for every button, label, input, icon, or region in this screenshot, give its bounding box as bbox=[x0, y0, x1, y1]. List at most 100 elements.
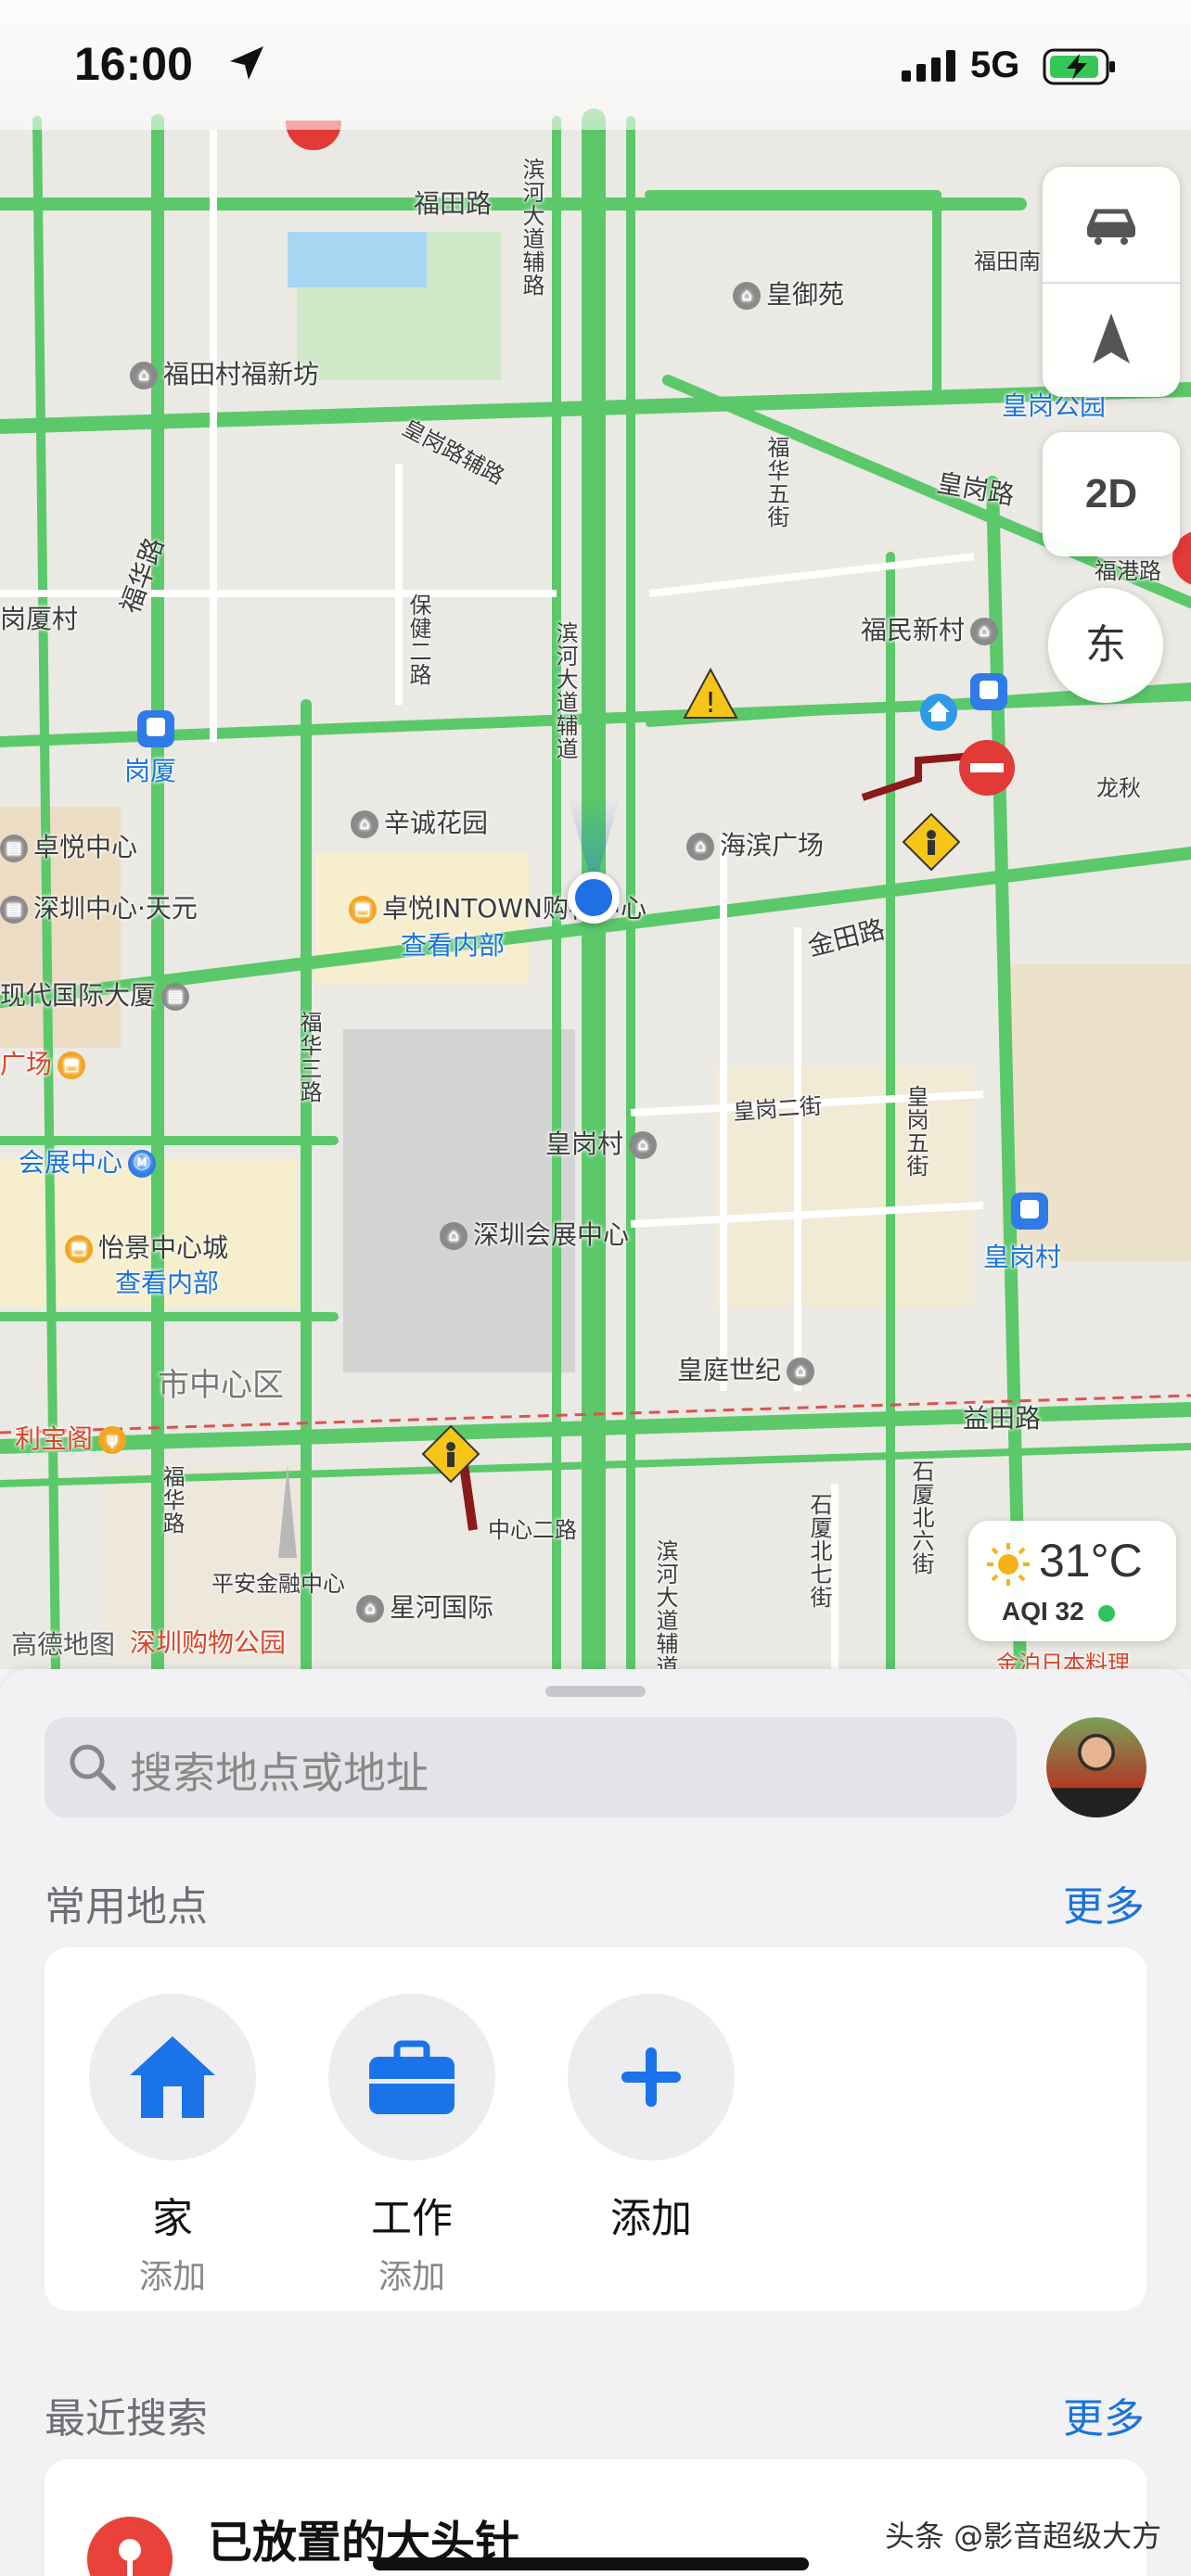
metro-icon: Ⓜ bbox=[128, 1150, 157, 1178]
search-input[interactable]: 搜索地点或地址 bbox=[130, 1740, 429, 1801]
map-label: 福民新村 ⌂ bbox=[861, 610, 1004, 647]
poi-icon: ▤ bbox=[0, 896, 28, 924]
home-icon bbox=[130, 2036, 215, 2118]
recents-more-link[interactable]: 更多 bbox=[1063, 2385, 1145, 2444]
plus-icon bbox=[621, 2047, 681, 2107]
map-view[interactable]: 福田路 滨河大道辅路 ⌂ 皇御苑 ⌂ 福田村福新坊 福田南 皇岗路辅路 皇岗路 皇岗… bbox=[0, 0, 1191, 1669]
add-favorite-button[interactable] bbox=[568, 1994, 735, 2161]
map-label: 滨河大道辅道 bbox=[552, 621, 578, 760]
map-label: 金泊日本料理 bbox=[996, 1651, 1130, 1669]
car-icon[interactable] bbox=[1083, 204, 1139, 245]
aqi-value: AQI 32 bbox=[1002, 1597, 1116, 1626]
avatar[interactable] bbox=[1046, 1717, 1146, 1817]
sheet-drag-handle[interactable] bbox=[545, 1686, 646, 1697]
poi-icon: ⌂ bbox=[356, 1595, 384, 1623]
signal-icon bbox=[902, 50, 955, 82]
map-label: ⌂ 星河国际 bbox=[356, 1588, 493, 1625]
metro-station-convention[interactable]: 会展中心 Ⓜ bbox=[19, 1142, 161, 1180]
map-label: 福田南 bbox=[974, 249, 1041, 274]
poi-icon: ⌂ bbox=[440, 1222, 467, 1250]
favorite-label: 工作 bbox=[371, 2195, 453, 2242]
poi-icon: ⌂ bbox=[351, 810, 378, 838]
map-label: 现代国际大厦 ▤ bbox=[0, 976, 195, 1013]
status-time: 16:00 bbox=[74, 38, 193, 90]
look-inside-link[interactable]: 查看内部 bbox=[115, 1263, 219, 1300]
compass-label: 东 bbox=[1085, 621, 1126, 669]
favorite-home[interactable]: 家 添加 bbox=[89, 1994, 256, 2298]
map-label: 石厦北六街 bbox=[908, 1460, 934, 1575]
map-label: 石厦北七街 bbox=[806, 1493, 832, 1609]
recents-title: 最近搜索 bbox=[45, 2395, 208, 2442]
look-inside-link[interactable]: 查看内部 bbox=[401, 925, 505, 963]
construction-sign-icon[interactable] bbox=[421, 1424, 480, 1484]
map-label: 益田路 bbox=[963, 1403, 1042, 1434]
map-label: 保健二路 bbox=[405, 593, 431, 686]
map-label: 皇庭世纪 ⌂ bbox=[677, 1350, 820, 1387]
favorite-sub: 添加 bbox=[378, 2258, 445, 2296]
battery-charging-icon bbox=[1043, 48, 1115, 85]
favorite-sub: 添加 bbox=[138, 2258, 206, 2296]
favorites-card: 家 添加 工作 添加 添加 bbox=[45, 1947, 1146, 2311]
amap-logo: 高德地图 bbox=[11, 1629, 116, 1660]
favorite-label: 添加 bbox=[610, 2195, 692, 2242]
search-bar[interactable]: 搜索地点或地址 bbox=[45, 1717, 1017, 1817]
favorite-label: 家 bbox=[152, 2195, 193, 2242]
home-button[interactable] bbox=[89, 1994, 256, 2161]
map-label: 福田路 bbox=[414, 188, 493, 219]
shopping-bag-icon: ⬒ bbox=[58, 1052, 86, 1079]
poi-icon: ▤ bbox=[0, 835, 28, 862]
shopping-bag-icon: ⬒ bbox=[65, 1235, 93, 1263]
map-label: 滨河大道辅道 bbox=[652, 1539, 678, 1669]
poi-icon: ⌂ bbox=[130, 362, 158, 389]
divider bbox=[1043, 282, 1180, 284]
map-label: ⌂ 海滨广场 bbox=[686, 825, 824, 862]
poi-icon: ▤ bbox=[161, 983, 190, 1011]
map-label: 岗厦村 bbox=[0, 604, 79, 634]
poi-yijing-center[interactable]: ⬒ 怡景中心城 bbox=[65, 1228, 228, 1265]
poi-icon: ⌂ bbox=[629, 1131, 658, 1159]
convention-center-block bbox=[343, 1029, 575, 1372]
poi-icon: ⌂ bbox=[733, 282, 761, 310]
temperature: 31°C bbox=[1039, 1535, 1143, 1587]
poi-icon: ⌂ bbox=[970, 618, 999, 645]
briefcase-icon bbox=[369, 2040, 455, 2114]
map-label: 平安金融中心 bbox=[211, 1571, 345, 1597]
metro-icon[interactable] bbox=[135, 708, 176, 749]
warning-sign-icon[interactable]: ! bbox=[683, 668, 738, 720]
network-type: 5G bbox=[970, 45, 1020, 85]
map-label: 利宝阁 ψ bbox=[15, 1419, 132, 1456]
metro-station-huanggang[interactable]: 皇岗村 bbox=[983, 1237, 1061, 1274]
construction-sign-icon[interactable] bbox=[902, 812, 961, 872]
map-label: 福华三路 bbox=[296, 1011, 322, 1103]
view-2d-button[interactable]: 2D bbox=[1043, 432, 1180, 556]
user-location-dot[interactable] bbox=[568, 872, 620, 924]
compass-button[interactable]: 东 bbox=[1048, 588, 1163, 703]
search-icon bbox=[70, 1744, 116, 1791]
home-indicator bbox=[373, 2557, 809, 2570]
metro-icon[interactable] bbox=[1009, 1191, 1050, 1231]
map-label: 皇岗村 ⌂ bbox=[545, 1124, 662, 1161]
metro-station-gangxia[interactable]: 岗厦 bbox=[124, 751, 176, 788]
district-label: 市中心区 bbox=[158, 1367, 284, 1404]
aqi-status-dot bbox=[1098, 1604, 1116, 1622]
weather-widget[interactable]: 31°C AQI 32 bbox=[968, 1521, 1176, 1641]
map-label: ⌂ 福田村福新坊 bbox=[130, 354, 319, 391]
home-poi-icon[interactable] bbox=[918, 692, 959, 733]
favorite-work[interactable]: 工作 添加 bbox=[328, 1994, 495, 2298]
favorite-add[interactable]: 添加 bbox=[568, 1994, 735, 2244]
poi-icon: ⌂ bbox=[787, 1358, 815, 1385]
map-label: 中心二路 bbox=[488, 1517, 577, 1543]
metro-icon[interactable] bbox=[968, 671, 1009, 712]
map-label: 福华五街 bbox=[763, 436, 789, 529]
navigation-arrow-icon[interactable] bbox=[1091, 312, 1132, 367]
map-label: ▤ 深圳中心·天元 bbox=[0, 888, 198, 925]
map-label: ⌂ 辛诚花园 bbox=[351, 803, 488, 840]
favorites-more-link[interactable]: 更多 bbox=[1063, 1873, 1145, 1932]
map-label: 皇岗五街 bbox=[903, 1085, 928, 1178]
poi-icon: ⌂ bbox=[686, 833, 714, 861]
watermark: 头条 @影音超级大方 bbox=[885, 2519, 1162, 2554]
favorites-title: 常用地点 bbox=[45, 1883, 208, 1931]
work-button[interactable] bbox=[328, 1994, 495, 2161]
pin-icon bbox=[87, 2517, 173, 2576]
no-entry-icon[interactable] bbox=[957, 738, 1017, 797]
